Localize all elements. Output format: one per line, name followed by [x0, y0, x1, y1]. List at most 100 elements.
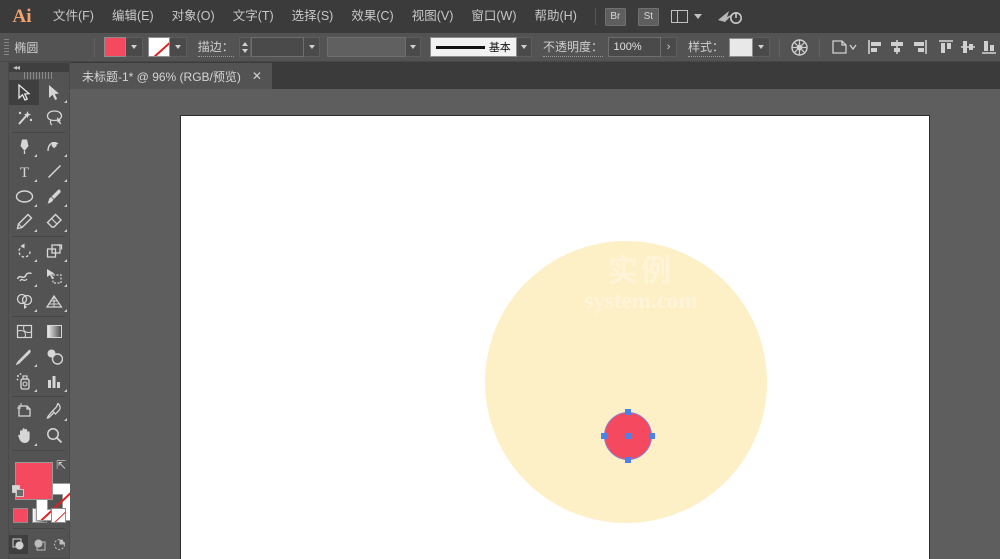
- default-fill-stroke-icon[interactable]: [12, 485, 25, 498]
- direct-selection-tool[interactable]: [39, 80, 69, 105]
- scale-tool[interactable]: [39, 239, 69, 264]
- hand-tool[interactable]: [9, 423, 39, 448]
- stock-button[interactable]: St: [637, 7, 659, 26]
- blend-tool[interactable]: [39, 344, 69, 369]
- fill-swatch[interactable]: [103, 37, 126, 57]
- stroke-weight-input[interactable]: [251, 37, 305, 57]
- align-center-vertical-icon[interactable]: [957, 36, 979, 58]
- lasso-tool[interactable]: [39, 105, 69, 130]
- perspective-grid-tool[interactable]: [39, 289, 69, 314]
- tools-panel-grip[interactable]: [9, 72, 69, 80]
- anchor-point-left[interactable]: [601, 433, 607, 439]
- divider: [778, 37, 780, 57]
- align-center-horizontal-icon[interactable]: [887, 36, 909, 58]
- stroke-color-control[interactable]: [147, 37, 187, 57]
- tool-group-selection: [9, 79, 69, 130]
- slice-tool[interactable]: [39, 398, 69, 423]
- draw-behind-icon[interactable]: [30, 535, 49, 554]
- menu-window[interactable]: 窗口(W): [462, 0, 525, 33]
- app-logo: Ai: [12, 5, 32, 27]
- opacity-label[interactable]: 不透明度：: [543, 38, 604, 57]
- line-segment-tool[interactable]: [39, 159, 69, 184]
- control-bar-grip[interactable]: [4, 39, 10, 55]
- pencil-tool[interactable]: [9, 209, 39, 234]
- menu-object[interactable]: 对象(O): [163, 0, 224, 33]
- color-swatch-icon[interactable]: [12, 508, 28, 524]
- stroke-weight-dropdown[interactable]: [304, 37, 320, 57]
- stroke-swatch[interactable]: [147, 37, 170, 57]
- menu-help[interactable]: 帮助(H): [526, 0, 586, 33]
- ellipse-tool[interactable]: [9, 184, 39, 209]
- fill-stroke-indicator: ⇱: [9, 456, 74, 521]
- column-graph-tool[interactable]: [39, 369, 69, 394]
- document-tab[interactable]: 未标题-1* @ 96% (RGB/预览) ✕: [70, 63, 273, 89]
- style-label[interactable]: 样式：: [688, 38, 725, 57]
- pen-tool[interactable]: [9, 134, 39, 159]
- stroke-weight-stepper[interactable]: [239, 37, 252, 57]
- opacity-expand-button[interactable]: ›: [660, 37, 678, 57]
- close-icon[interactable]: ✕: [252, 70, 262, 82]
- fill-dropdown-button[interactable]: [125, 37, 143, 57]
- gradient-tool[interactable]: [39, 319, 69, 344]
- stroke-weight-label[interactable]: 描边：: [197, 38, 234, 57]
- shape-builder-tool[interactable]: [9, 289, 39, 314]
- tool-divider: [13, 316, 65, 317]
- free-transform-tool[interactable]: [39, 264, 69, 289]
- power-search-icon[interactable]: [716, 8, 742, 26]
- paintbrush-tool[interactable]: [39, 184, 69, 209]
- align-top-icon[interactable]: [935, 36, 957, 58]
- eyedropper-tool[interactable]: [9, 344, 39, 369]
- recolor-artwork-icon[interactable]: [788, 36, 810, 58]
- symbol-sprayer-tool[interactable]: [9, 369, 39, 394]
- artboard-tool[interactable]: [9, 398, 39, 423]
- none-swatch-icon[interactable]: [50, 508, 66, 524]
- tool-divider: [13, 236, 65, 238]
- menu-effect[interactable]: 效果(C): [342, 0, 402, 33]
- brush-definition-control[interactable]: 基本: [430, 37, 517, 57]
- selection-tool[interactable]: [9, 79, 39, 105]
- fill-color-control[interactable]: [103, 37, 143, 57]
- eraser-tool[interactable]: [39, 209, 69, 234]
- anchor-point-center[interactable]: [625, 433, 631, 439]
- opacity-input[interactable]: 100%: [607, 37, 661, 57]
- menu-divider: [594, 8, 596, 25]
- menu-view[interactable]: 视图(V): [403, 0, 463, 33]
- artboard[interactable]: 实例 system.com: [180, 115, 930, 559]
- collapse-panel-icon[interactable]: ◂◂: [13, 63, 20, 72]
- brush-dropdown-button[interactable]: [516, 37, 533, 57]
- selected-ellipse-shape[interactable]: [600, 408, 656, 464]
- zoom-tool[interactable]: [39, 423, 69, 448]
- bridge-button[interactable]: Br: [604, 7, 626, 26]
- anchor-point-right[interactable]: [649, 433, 655, 439]
- align-right-icon[interactable]: [908, 36, 930, 58]
- stroke-profile-input[interactable]: [327, 37, 406, 57]
- drawing-mode-row: [9, 531, 69, 558]
- draw-inside-icon[interactable]: [50, 535, 69, 554]
- background-ellipse-shape[interactable]: [485, 241, 767, 523]
- transform-icon[interactable]: [829, 36, 860, 58]
- curvature-tool[interactable]: [39, 134, 69, 159]
- magic-wand-tool[interactable]: [9, 105, 39, 130]
- menu-file[interactable]: 文件(F): [44, 0, 103, 33]
- menu-type[interactable]: 文字(T): [224, 0, 283, 33]
- swap-fill-stroke-icon[interactable]: ⇱: [56, 458, 66, 472]
- style-dropdown-button[interactable]: [752, 37, 770, 57]
- menu-select[interactable]: 选择(S): [283, 0, 343, 33]
- anchor-point-bottom[interactable]: [625, 457, 631, 463]
- align-bottom-icon[interactable]: [978, 36, 1000, 58]
- width-warp-tool[interactable]: [9, 264, 39, 289]
- workspace-switcher[interactable]: [670, 10, 702, 23]
- stroke-profile-dropdown[interactable]: [405, 37, 422, 57]
- draw-normal-icon[interactable]: [9, 535, 28, 555]
- type-tool[interactable]: T: [9, 159, 39, 184]
- menu-edit[interactable]: 编辑(E): [103, 0, 163, 33]
- mesh-tool[interactable]: [9, 319, 39, 344]
- align-left-icon[interactable]: [865, 36, 887, 58]
- anchor-point-top[interactable]: [625, 409, 631, 415]
- canvas-area[interactable]: 实例 system.com: [70, 89, 1000, 559]
- stroke-dropdown-button[interactable]: [169, 37, 187, 57]
- style-swatch[interactable]: [728, 37, 753, 57]
- rotate-tool[interactable]: [9, 239, 39, 264]
- tools-panel-header[interactable]: ◂◂: [9, 63, 69, 72]
- graphic-style-control[interactable]: [728, 37, 770, 57]
